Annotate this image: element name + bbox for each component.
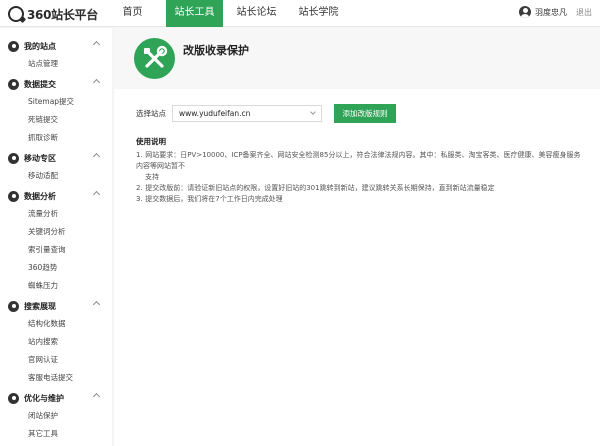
sidebar-item-structured-data[interactable]: 结构化数据 xyxy=(0,315,112,333)
sidebar: 我的站点 站点管理 数据提交 Sitemap提交 死链提交 抓取诊断 移动专区 … xyxy=(0,28,112,446)
analytics-icon xyxy=(8,190,19,202)
sidebar-item-index-query[interactable]: 索引量查询 xyxy=(0,241,112,259)
sidebar-group-label: 数据分析 xyxy=(24,191,56,201)
main-nav: 首页 站长工具 站长论坛 站长学院 xyxy=(104,0,352,27)
usage-title: 使用说明 xyxy=(136,137,166,146)
tools-icon xyxy=(8,392,19,404)
add-rule-button[interactable]: 添加改版规则 xyxy=(334,103,396,123)
sidebar-item-sitemap[interactable]: Sitemap提交 xyxy=(0,93,112,111)
chevron-up-icon xyxy=(92,152,101,161)
sidebar-group-analytics[interactable]: 数据分析 xyxy=(0,187,112,205)
sidebar-item-official-cert[interactable]: 官网认证 xyxy=(0,351,112,369)
sidebar-group-my-sites[interactable]: 我的站点 xyxy=(0,37,112,55)
logout-link[interactable]: 退出 xyxy=(576,7,592,18)
tools-badge-icon xyxy=(134,38,175,79)
usage-text: 提交数据后，我们将在7个工作日内完成处理 xyxy=(145,195,283,203)
nav-webmaster-tools[interactable]: 站长工具 xyxy=(166,0,223,27)
sidebar-item-service-phone[interactable]: 客服电话提交 xyxy=(0,369,112,387)
chevron-up-icon xyxy=(92,190,101,199)
sidebar-group-label: 优化与维护 xyxy=(24,393,64,403)
sidebar-item-other-tools[interactable]: 其它工具 xyxy=(0,425,112,443)
chevron-down-icon xyxy=(310,108,316,115)
sidebar-group-label: 数据提交 xyxy=(24,79,56,89)
nav-home[interactable]: 首页 xyxy=(104,0,161,27)
user-avatar-icon[interactable] xyxy=(519,6,531,18)
sidebar-item-crawl-diagnosis[interactable]: 抓取诊断 xyxy=(0,129,112,147)
chevron-up-icon xyxy=(92,300,101,309)
logo-text: 360站长平台 xyxy=(27,7,98,22)
top-bar: 360站长平台 首页 站长工具 站长论坛 站长学院 羽度忠凡 退出 xyxy=(0,0,600,27)
page-header: 改版收录保护 xyxy=(114,28,600,89)
sidebar-group-label: 搜索展现 xyxy=(24,301,56,311)
site-select-value: www.yudufeifan.cn xyxy=(179,108,251,118)
upload-icon xyxy=(8,78,19,90)
page-title: 改版收录保护 xyxy=(183,44,249,57)
chevron-up-icon xyxy=(92,40,101,49)
logo-icon xyxy=(8,6,24,22)
nav-academy[interactable]: 站长学院 xyxy=(290,0,347,27)
sidebar-group-optimize[interactable]: 优化与维护 xyxy=(0,389,112,407)
sidebar-group-search-display[interactable]: 搜索展现 xyxy=(0,297,112,315)
site-select[interactable]: www.yudufeifan.cn xyxy=(172,104,322,122)
chevron-up-icon xyxy=(92,78,101,87)
site-select-row: 选择站点 www.yudufeifan.cn 添加改版规则 xyxy=(136,103,396,123)
usage-text-cont: 支持 xyxy=(145,173,159,181)
sidebar-item-keywords[interactable]: 关键词分析 xyxy=(0,223,112,241)
sidebar-group-mobile[interactable]: 移动专区 xyxy=(0,149,112,167)
user-name[interactable]: 羽度忠凡 xyxy=(535,7,567,18)
sidebar-item-mobile-adapt[interactable]: 移动适配 xyxy=(0,167,112,185)
search-display-icon xyxy=(8,300,19,312)
usage-text: 网站要求：日PV>10000、ICP备案齐全、网站安全检测85分以上，符合法律法… xyxy=(136,151,581,170)
usage-num: 1. xyxy=(136,151,143,159)
usage-item: 1. 网站要求：日PV>10000、ICP备案齐全、网站安全检测85分以上，符合… xyxy=(136,150,586,183)
main-content: 改版收录保护 选择站点 www.yudufeifan.cn 添加改版规则 使用说… xyxy=(114,28,600,446)
chevron-up-icon xyxy=(92,392,101,401)
sidebar-item-traffic[interactable]: 流量分析 xyxy=(0,205,112,223)
user-area: 羽度忠凡 退出 xyxy=(519,6,592,18)
mobile-icon xyxy=(8,152,19,164)
sidebar-item-site-management[interactable]: 站点管理 xyxy=(0,55,112,73)
usage-item: 2. 提交改版前：请验证新旧站点的权限，设置好旧站的301跳转到新站，建议跳转关… xyxy=(136,183,586,194)
sidebar-group-label: 我的站点 xyxy=(24,41,56,51)
usage-num: 3. xyxy=(136,195,143,203)
nav-forum[interactable]: 站长论坛 xyxy=(228,0,285,27)
sidebar-item-360-trend[interactable]: 360趋势 xyxy=(0,259,112,277)
sidebar-group-label: 移动专区 xyxy=(24,153,56,163)
sidebar-group-data-submit[interactable]: 数据提交 xyxy=(0,75,112,93)
home-icon xyxy=(8,40,19,52)
site-logo[interactable]: 360站长平台 xyxy=(8,5,98,23)
usage-notes: 使用说明 1. 网站要求：日PV>10000、ICP备案齐全、网站安全检测85分… xyxy=(136,136,586,205)
sidebar-item-site-search[interactable]: 站内搜索 xyxy=(0,333,112,351)
usage-text: 提交改版前：请验证新旧站点的权限，设置好旧站的301跳转到新站，建议跳转关系长期… xyxy=(145,184,495,192)
sidebar-item-dead-link[interactable]: 死链提交 xyxy=(0,111,112,129)
sidebar-item-spider-pressure[interactable]: 蜘蛛压力 xyxy=(0,277,112,295)
site-select-label: 选择站点 xyxy=(136,108,166,118)
sidebar-item-close-protect[interactable]: 闭站保护 xyxy=(0,407,112,425)
usage-item: 3. 提交数据后，我们将在7个工作日内完成处理 xyxy=(136,194,586,205)
usage-num: 2. xyxy=(136,184,143,192)
